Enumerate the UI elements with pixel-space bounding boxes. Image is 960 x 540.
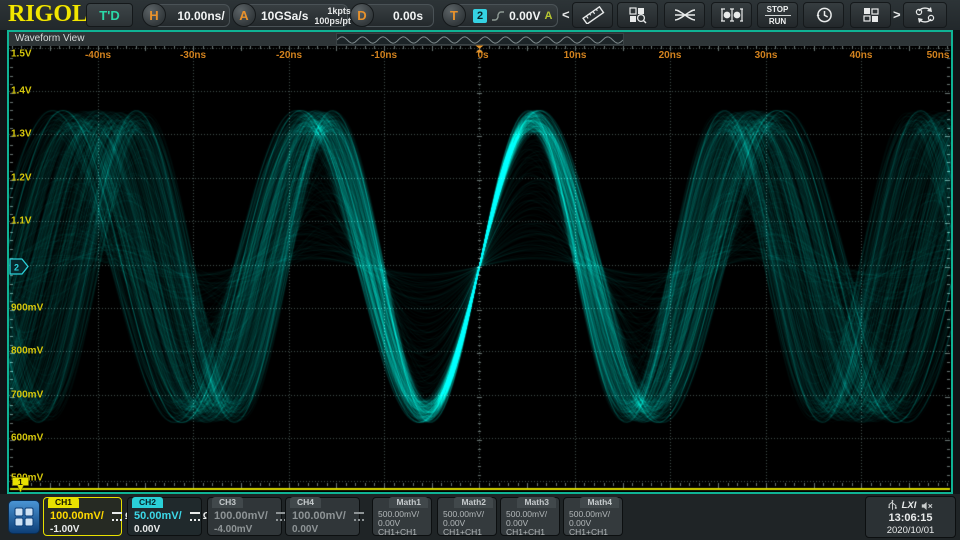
- volt-label: 600mV: [11, 433, 43, 444]
- ch3-card[interactable]: CH3 100.00mV/ -4.00mV: [207, 497, 282, 536]
- volt-label: 1.5V: [11, 49, 32, 60]
- display-grid-icon: [862, 6, 880, 24]
- ch3-scale: 100.00mV/: [214, 510, 289, 522]
- self-check-button[interactable]: [903, 2, 947, 28]
- time-label: 20ns: [659, 50, 682, 61]
- clock-time: 13:06:15: [866, 512, 955, 524]
- lxi-badge: LXI: [902, 500, 917, 511]
- acquisition-button[interactable]: 10GSa/s 1kpts 100ps/pt: [244, 4, 348, 27]
- ch4-tab: CH4: [290, 497, 321, 508]
- apps-menu-button[interactable]: [8, 500, 40, 534]
- ch2-offset: 0.00V: [134, 524, 160, 535]
- ch4-card[interactable]: CH4 100.00mV/ 0.00V: [285, 497, 360, 536]
- math3-expression: CH1+CH1: [506, 527, 545, 537]
- ch1-tab: CH1: [48, 497, 79, 508]
- history-button[interactable]: [803, 2, 844, 28]
- top-toolbar: RIGOL T'D 10.00ns/ H 10GSa/s 1kpts 100ps…: [0, 0, 960, 30]
- trigger-settings-button[interactable]: 2 0.00V A: [454, 4, 558, 27]
- horizontal-knob-icon[interactable]: H: [142, 3, 166, 27]
- dc-coupling-icon: [112, 512, 122, 521]
- ch2-card[interactable]: CH2 50.00mV/ Ω 0.00V: [127, 497, 202, 536]
- trigger-mode-badge: A: [544, 10, 552, 22]
- display-settings-button[interactable]: [850, 2, 891, 28]
- time-label: 50ns: [927, 50, 950, 61]
- zoom-grid-icon: [628, 6, 648, 24]
- trigger-knob-icon[interactable]: T: [442, 3, 466, 27]
- sync-arrows-icon: [913, 5, 937, 25]
- volt-label: 900mV: [11, 303, 43, 314]
- time-label: -20ns: [276, 50, 302, 61]
- math3-card[interactable]: Math3 500.00mV/ 0.00V CH1+CH1: [500, 497, 560, 536]
- stop-run-label: STOP RUN: [765, 5, 791, 26]
- ch2-tab: CH2: [132, 497, 163, 508]
- system-status-card[interactable]: LXI 13:06:15 2020/10/01: [865, 496, 956, 538]
- trigger-status-button[interactable]: T'D: [86, 3, 133, 27]
- ch3-tab: CH3: [212, 497, 243, 508]
- acquisition-detail: 1kpts 100ps/pt: [314, 6, 351, 26]
- time-label: 40ns: [850, 50, 873, 61]
- math1-card[interactable]: Math1 500.00mV/ 0.00V CH1+CH1: [372, 497, 432, 536]
- dual-waveform-icon: [720, 7, 744, 23]
- time-label: -10ns: [371, 50, 397, 61]
- ch4-offset: 0.00V: [292, 524, 318, 535]
- math2-card[interactable]: Math2 500.00mV/ 0.00V CH1+CH1: [437, 497, 497, 536]
- dc-coupling-icon: [354, 512, 364, 521]
- apps-grid-icon: [13, 506, 35, 528]
- ch1-scale: 100.00mV/ Ω: [50, 510, 133, 522]
- ch1-card[interactable]: CH1 100.00mV/ Ω -1.00V: [43, 497, 122, 536]
- timebase-preview-strip[interactable]: [336, 33, 624, 45]
- math1-tab: Math1: [389, 497, 428, 508]
- volt-label: 1.2V: [11, 173, 32, 184]
- ch3-offset: -4.00mV: [214, 524, 252, 535]
- volt-label: 800mV: [11, 346, 43, 357]
- math1-expression: CH1+CH1: [378, 527, 417, 537]
- math4-expression: CH1+CH1: [569, 527, 608, 537]
- ch2-level-marker[interactable]: 2: [9, 258, 30, 275]
- volt-label: 1.3V: [11, 129, 32, 140]
- dc-coupling-icon: [190, 512, 200, 521]
- volt-label: 1.4V: [11, 86, 32, 97]
- math4-tab: Math4: [580, 497, 619, 508]
- oscilloscope-screen: RIGOL T'D 10.00ns/ H 10GSa/s 1kpts 100ps…: [0, 0, 960, 540]
- trigger-position-marker[interactable]: [475, 45, 485, 53]
- zoom-view-button[interactable]: [617, 2, 658, 28]
- toolbar-scroll-left[interactable]: <: [562, 7, 570, 22]
- ch1-level-marker[interactable]: 1: [12, 477, 32, 494]
- channel-status-bar: CH1 100.00mV/ Ω -1.00V CH2 50.00mV/ Ω 0.…: [0, 494, 960, 540]
- volt-label: 700mV: [11, 390, 43, 401]
- acquire-knob-icon[interactable]: A: [232, 3, 256, 27]
- ch1-offset: -1.00V: [50, 524, 79, 535]
- clock-date: 2020/10/01: [866, 525, 955, 536]
- volt-label: 1.1V: [11, 216, 32, 227]
- eye-diagram-button[interactable]: [664, 2, 705, 28]
- brand-logo: RIGOL: [8, 1, 88, 28]
- math2-tab: Math2: [454, 497, 493, 508]
- measure-button[interactable]: [572, 2, 613, 28]
- ch2-scale: 50.00mV/ Ω: [134, 510, 211, 522]
- speaker-muted-icon: [921, 501, 933, 511]
- toolbar-scroll-right[interactable]: >: [893, 7, 901, 22]
- math2-expression: CH1+CH1: [443, 527, 482, 537]
- time-label: 10ns: [564, 50, 587, 61]
- trigger-slope-icon: [491, 9, 505, 23]
- ch2-marker-label: 2: [14, 263, 19, 273]
- history-clock-icon: [814, 5, 834, 25]
- delay-knob-icon[interactable]: D: [350, 3, 374, 27]
- dual-display-button[interactable]: [711, 2, 752, 28]
- waveform-window: Waveform View -40ns -30ns -20ns -10ns 0s…: [7, 30, 953, 494]
- time-label: -30ns: [180, 50, 206, 61]
- ch4-scale: 100.00mV/: [292, 510, 367, 522]
- math4-card[interactable]: Math4 500.00mV/ 0.00V CH1+CH1: [563, 497, 623, 536]
- usb-icon: [888, 500, 897, 511]
- ch1-marker-label: 1: [18, 477, 23, 487]
- waveform-canvas[interactable]: [9, 46, 951, 492]
- time-label: -40ns: [85, 50, 111, 61]
- eye-diagram-icon: [673, 8, 697, 22]
- ruler-icon: [581, 6, 605, 24]
- waveform-view-title: Waveform View: [15, 33, 84, 44]
- trigger-source-badge: 2: [473, 9, 487, 23]
- time-label: 30ns: [755, 50, 778, 61]
- stop-run-button[interactable]: STOP RUN: [757, 2, 798, 28]
- math3-tab: Math3: [517, 497, 556, 508]
